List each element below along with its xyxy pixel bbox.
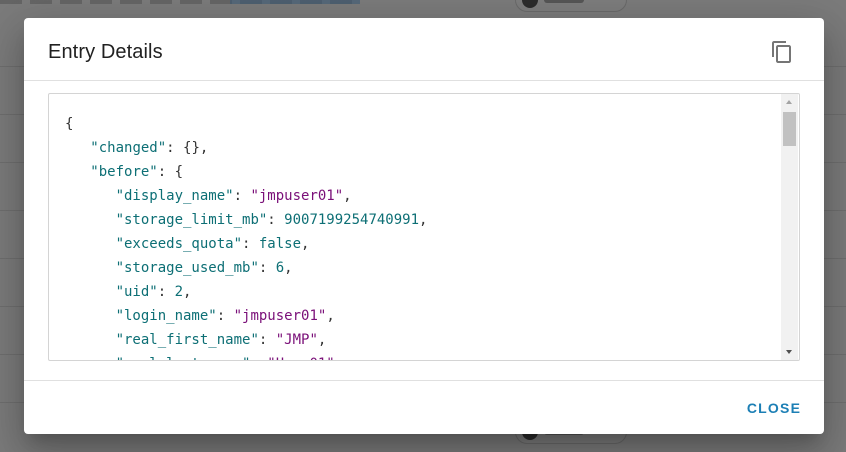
json-token: "changed" [90,140,167,156]
json-token: "exceeds_quota" [115,236,243,252]
json-token: : [157,284,175,300]
json-token: "login_name" [115,308,217,324]
json-token: : [258,332,276,348]
json-token: : [250,356,267,360]
json-token: "real_first_name" [115,332,259,348]
json-token: : [258,260,276,276]
json-token: "before" [90,164,158,180]
json-line: "exceeds_quota": false, [65,232,427,256]
json-token: "User01" [267,356,334,360]
json-token: , [343,188,352,204]
json-content: { "changed": {}, "before": { "display_na… [65,112,428,360]
background-user-chip [515,0,627,12]
json-token: false [258,236,302,252]
json-token: , [183,284,192,300]
json-line: { [65,112,427,136]
json-line: "storage_used_mb": 6, [65,256,427,280]
vertical-scrollbar[interactable] [781,94,798,360]
json-line: "uid": 2, [65,280,427,304]
dialog-title: Entry Details [48,41,163,63]
json-token: 9007199254740991 [284,212,420,228]
json-viewer[interactable]: { "changed": {}, "before": { "display_na… [48,93,800,361]
json-line: "before": { [65,160,427,184]
json-token: : { [157,164,184,180]
json-token: , [335,356,343,360]
json-token: : [233,188,251,204]
close-button[interactable]: CLOSE [740,392,808,424]
entry-details-dialog: Entry Details { "changed": {}, "before":… [24,18,824,434]
json-token: { [65,116,74,132]
json-line: "real_first_name": "JMP", [65,328,427,352]
json-token: , [326,308,335,324]
json-token: "storage_used_mb" [115,260,259,276]
scroll-thumb[interactable] [783,112,796,146]
json-token: 2 [174,284,184,300]
dialog-header: Entry Details [24,18,824,81]
json-token: : [242,236,259,252]
json-token: "jmpuser01" [233,308,327,324]
background-link [230,0,360,4]
json-token: "real_last_name" [116,356,251,360]
json-token: "uid" [115,284,158,300]
dialog-footer: CLOSE [24,380,824,434]
json-line: "changed": {}, [65,136,427,160]
scroll-down-arrow-icon[interactable] [781,344,798,360]
copy-button[interactable] [766,36,798,68]
json-token: , [317,332,327,348]
json-token: "JMP" [275,332,318,348]
json-token: : [216,308,234,324]
json-token: "jmpuser01" [250,188,344,204]
json-line: "login_name": "jmpuser01", [65,304,427,328]
json-token: , [419,212,428,228]
copy-icon [772,41,791,63]
json-token: : {}, [166,140,209,156]
json-token: , [284,260,293,276]
json-line: "storage_limit_mb": 9007199254740991, [65,208,428,232]
json-token: : [267,212,285,228]
json-token: , [301,236,310,252]
json-line: "display_name": "jmpuser01", [65,184,427,208]
json-token: "display_name" [115,188,234,204]
json-token: 6 [275,260,285,276]
scroll-up-arrow-icon[interactable] [781,94,798,110]
json-token: "storage_limit_mb" [115,212,268,228]
json-line: "real_last_name": "User01", [65,352,427,360]
avatar [522,0,538,8]
